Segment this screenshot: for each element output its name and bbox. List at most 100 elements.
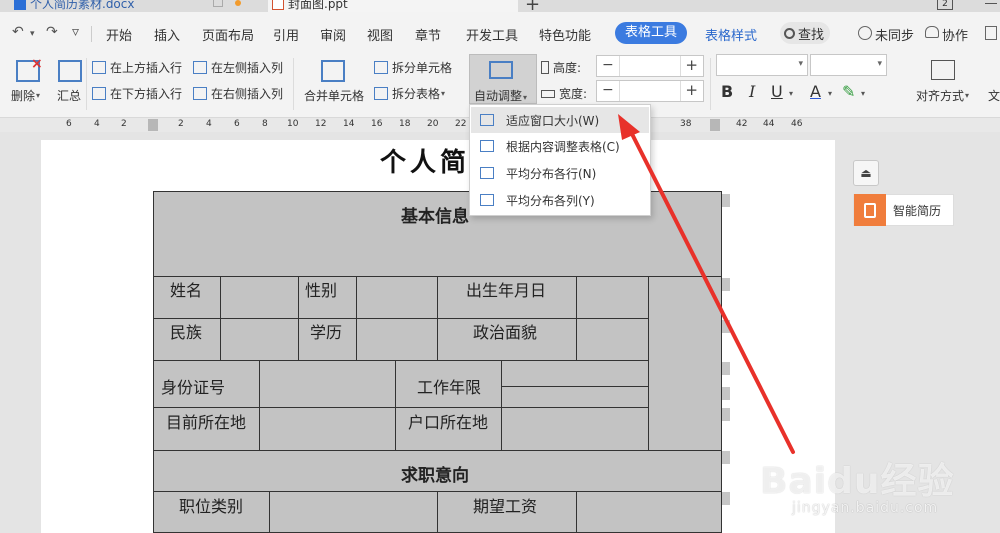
insert-col-left-button[interactable]: 在左侧插入列 <box>193 59 283 76</box>
font-name-select[interactable]: ▾ <box>716 54 808 76</box>
search-label: 查找 <box>798 27 825 43</box>
menu-developer[interactable]: 开发工具 <box>466 25 518 44</box>
minimize-icon[interactable] <box>985 3 997 4</box>
merge-cells-button[interactable]: 合并单元格 <box>304 87 364 104</box>
align-button[interactable]: 对齐方式 ▾ <box>916 87 969 104</box>
insert-row-above-label: 在上方插入行 <box>110 61 183 75</box>
resume-table[interactable]: 基本信息 姓名 性别 出生年月日 民族 学历 政治面貌 身份证号 工作年限 目前… <box>153 191 722 533</box>
baidu-watermark-logo: Baidu经验 <box>760 461 955 502</box>
menu-item-distribute-rows[interactable]: 平均分布各行(N) <box>471 160 649 186</box>
insert-col-right-button[interactable]: 在右侧插入列 <box>193 85 283 102</box>
new-tab-button[interactable]: + <box>525 0 540 12</box>
menu-insert[interactable]: 插入 <box>154 25 180 44</box>
width-stepper[interactable]: − + <box>596 80 704 102</box>
tab-table-style[interactable]: 表格样式 <box>705 25 757 44</box>
split-cells-button[interactable]: 拆分单元格 <box>374 59 452 76</box>
ruler-number: 8 <box>262 119 268 129</box>
user-count-icon[interactable]: 2 <box>937 0 953 10</box>
menu-item-fit-window[interactable]: 适应窗口大小(W) <box>471 107 649 133</box>
menu-home[interactable]: 开始 <box>106 25 132 44</box>
undo-dropdown-icon[interactable]: ▾ <box>30 29 35 39</box>
summary-button[interactable]: 汇总 <box>57 87 81 104</box>
tab-table-tools[interactable]: 表格工具 <box>615 22 687 44</box>
collaborate-button[interactable]: 协作 <box>942 25 968 44</box>
menu-special-features[interactable]: 特色功能 <box>539 25 591 44</box>
menu-divider <box>91 26 92 42</box>
ruler-number: 22 <box>455 119 467 129</box>
stepper-divider <box>680 81 681 101</box>
label-expected-salary: 期望工资 <box>473 497 538 516</box>
label-current-location: 目前所在地 <box>166 413 247 432</box>
panel-collapse-button[interactable]: ⏏ <box>853 160 879 186</box>
smart-resume-button[interactable]: 智能简历 <box>853 194 954 226</box>
sync-icon[interactable] <box>858 26 872 40</box>
split-table-button[interactable]: 拆分表格 ▾ <box>374 85 445 102</box>
autofit-table-icon <box>489 61 513 79</box>
insert-col-left-icon <box>193 61 207 74</box>
row-end-marker <box>722 320 730 333</box>
underline-button[interactable]: U <box>771 82 783 101</box>
summary-icon[interactable] <box>58 60 82 82</box>
menu-review[interactable]: 审阅 <box>320 25 346 44</box>
menu-references[interactable]: 引用 <box>273 25 299 44</box>
bold-button[interactable]: B <box>721 82 733 101</box>
caret-down-icon[interactable]: ▾ <box>861 89 865 98</box>
menu-view[interactable]: 视图 <box>367 25 393 44</box>
delete-button[interactable]: 删除 ▾ <box>11 87 40 104</box>
italic-button[interactable]: I <box>749 82 755 101</box>
redo-icon[interactable]: ↷ <box>46 24 58 40</box>
delete-label: 删除 <box>11 89 36 103</box>
tab-resume-doc[interactable]: 个人简历素材.docx <box>14 0 134 12</box>
table-row-border <box>154 450 721 451</box>
menu-item-distribute-cols[interactable]: 平均分布各列(Y) <box>471 187 649 213</box>
ruler-number: 44 <box>763 119 775 129</box>
height-stepper[interactable]: − + <box>596 55 704 77</box>
document-title[interactable]: 个人简 <box>380 142 470 179</box>
ruler-number: 4 <box>94 119 100 129</box>
increase-width-button[interactable]: + <box>685 81 698 99</box>
menu-item-fit-content[interactable]: 根据内容调整表格(C) <box>471 133 649 159</box>
row-end-marker <box>722 492 730 505</box>
customize-quick-access-icon[interactable]: ▿ <box>72 24 79 40</box>
undo-icon[interactable]: ↶ <box>12 24 24 40</box>
caret-down-icon[interactable]: ▾ <box>828 89 832 98</box>
ribbon-divider <box>710 58 711 110</box>
ruler-number: 16 <box>371 119 383 129</box>
row-end-marker <box>722 278 730 291</box>
distribute-cols-icon <box>480 194 494 206</box>
word-doc-icon <box>14 0 26 10</box>
insert-row-below-button[interactable]: 在下方插入行 <box>92 85 182 102</box>
merge-cells-icon[interactable] <box>321 60 345 82</box>
insert-col-right-label: 在右侧插入列 <box>211 87 284 101</box>
highlight-icon[interactable]: ✎ <box>842 82 855 101</box>
menu-page-layout[interactable]: 页面布局 <box>202 25 254 44</box>
menu-chapter[interactable]: 章节 <box>415 25 441 44</box>
font-size-select[interactable]: ▾ <box>810 54 887 76</box>
autofit-dropdown-menu: 适应窗口大小(W) 根据内容调整表格(C) 平均分布各行(N) 平均分布各列(Y… <box>469 104 651 216</box>
tab-cover-ppt[interactable]: 封面图.ppt <box>268 0 518 12</box>
font-color-button[interactable]: A <box>810 82 821 101</box>
decrease-width-button[interactable]: − <box>602 82 614 98</box>
collaborate-icon[interactable] <box>925 26 939 38</box>
distribute-rows-icon <box>480 167 494 179</box>
increase-height-button[interactable]: + <box>685 56 698 74</box>
label-hukou: 户口所在地 <box>408 413 489 432</box>
decrease-height-button[interactable]: − <box>602 57 614 73</box>
ruler-indent-marker[interactable] <box>148 119 158 131</box>
tab-strip: 个人简历素材.docx 封面图.ppt + 2 <box>0 0 1000 12</box>
sync-status[interactable]: 未同步 <box>875 25 914 44</box>
ruler-indent-marker[interactable] <box>710 119 720 131</box>
insert-row-above-button[interactable]: 在上方插入行 <box>92 59 182 76</box>
caret-down-icon[interactable]: ▾ <box>789 89 793 98</box>
share-icon[interactable] <box>985 26 997 40</box>
search-button[interactable]: 查找 <box>780 22 830 44</box>
table-col-border <box>259 360 260 450</box>
align-icon[interactable] <box>931 60 955 80</box>
table-col-border <box>356 276 357 360</box>
section-basic-info: 基本信息 <box>401 207 469 227</box>
ruler-number: 20 <box>427 119 439 129</box>
menu-item-fit-content-label: 根据内容调整表格(C) <box>506 139 620 154</box>
delete-x-icon: × <box>31 56 43 72</box>
text-direction-button[interactable]: 文 <box>988 87 1000 104</box>
pin-icon[interactable] <box>213 0 223 7</box>
